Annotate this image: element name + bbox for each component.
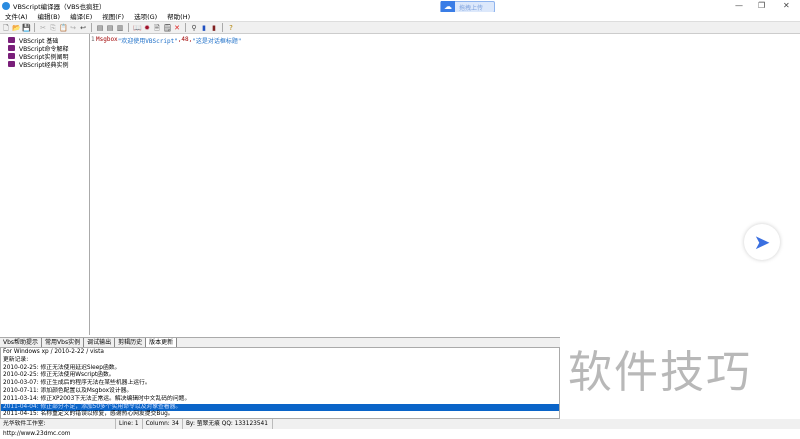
layout-2-icon[interactable]: ▤ bbox=[106, 24, 114, 32]
paste-icon[interactable]: 📋 bbox=[59, 24, 68, 32]
log-line: 2010-07-11: 添加颜色配置以及Msgbox设计器。 bbox=[3, 387, 133, 394]
log-line: 2011-03-14: 修正XP2003下无法正常运。解决编辑时中文乱码的问题。 bbox=[3, 395, 191, 402]
maximize-button[interactable]: ❐ bbox=[758, 1, 765, 10]
compile-icon[interactable]: ✹ bbox=[143, 24, 151, 32]
code-string: "这是对话框标题" bbox=[192, 38, 242, 45]
cut-icon[interactable]: ✂ bbox=[39, 24, 47, 32]
tree-panel: VBScript 基础 VBScript命令解释 VBScript实例阐明 VB… bbox=[0, 34, 90, 335]
menu-bar: 文件(A) 编辑(B) 编译(E) 视图(F) 选项(G) 帮助(H) bbox=[0, 12, 800, 22]
chart-icon[interactable]: ▮ bbox=[200, 24, 208, 32]
new-file-icon[interactable]: 🗋 bbox=[2, 24, 10, 32]
menu-help[interactable]: 帮助(H) bbox=[162, 12, 195, 21]
bottom-tabs: Vbs帮助提示 常用Vbs实例 调试输出 剪辑历史 版本更新 bbox=[0, 337, 560, 347]
watermark: 软件技巧 bbox=[568, 347, 752, 398]
tab-vbs-help[interactable]: Vbs帮助提示 bbox=[0, 338, 43, 347]
separator bbox=[185, 23, 186, 32]
log-line: 2010-03-07: 修正生成后的程序无法在某些机器上运行。 bbox=[3, 380, 151, 387]
menu-options[interactable]: 选项(G) bbox=[129, 12, 162, 21]
find-binoculars-icon[interactable]: ⚲ bbox=[190, 24, 198, 32]
code-string: "欢迎使用VBScript" bbox=[117, 38, 178, 45]
book-icon[interactable]: 📖 bbox=[133, 24, 142, 32]
book-icon bbox=[8, 37, 15, 43]
book-icon bbox=[8, 53, 15, 59]
status-column: Column: 34 bbox=[143, 419, 183, 429]
tab-version-updates[interactable]: 版本更新 bbox=[146, 338, 178, 347]
log-line: 更新记录: bbox=[3, 356, 29, 363]
save-icon[interactable]: 💾 bbox=[22, 24, 31, 32]
menu-compile[interactable]: 编译(E) bbox=[65, 12, 97, 21]
tab-debug-output[interactable]: 调试输出 bbox=[84, 338, 116, 347]
edit-document-icon[interactable]: 🗒 bbox=[163, 24, 172, 32]
floating-assistant-icon[interactable]: ➤ bbox=[744, 224, 780, 260]
status-bar: 光华软件工作室: http://www.23dmc.com Line: 1 Co… bbox=[0, 419, 800, 437]
close-button[interactable]: ✕ bbox=[783, 1, 790, 10]
library-icon[interactable]: ▮ bbox=[210, 24, 218, 32]
minimize-button[interactable]: — bbox=[735, 1, 743, 10]
help-key-icon[interactable]: ? bbox=[227, 24, 235, 32]
document-icon[interactable]: 🗎 bbox=[153, 24, 161, 32]
status-studio: 光华软件工作室: http://www.23dmc.com bbox=[0, 419, 116, 437]
tree-item-classic[interactable]: VBScript经典实例 bbox=[0, 60, 89, 69]
layout-1-icon[interactable]: ▤ bbox=[96, 24, 104, 32]
menu-file[interactable]: 文件(A) bbox=[0, 12, 33, 21]
copy-icon[interactable]: ⎘ bbox=[49, 24, 57, 32]
menu-view[interactable]: 视图(F) bbox=[97, 12, 129, 21]
tab-vbs-examples[interactable]: 常用Vbs实例 bbox=[42, 338, 85, 347]
tree-label: VBScript经典实例 bbox=[19, 61, 69, 69]
separator bbox=[222, 23, 223, 32]
code-editor[interactable]: 1 Msgbox "欢迎使用VBScript" ,48, "这是对话框标题" bbox=[91, 34, 800, 335]
redo-icon[interactable]: ↪ bbox=[69, 24, 77, 32]
log-line: 2011-04-15: 名称重定义的错误以修复，感谢热心网友提交Bug。 bbox=[3, 411, 174, 418]
version-log[interactable]: For Windows xp / 2010-2-22 / vista 更新记录:… bbox=[0, 347, 560, 419]
upload-label: 拖拽上传 bbox=[459, 4, 484, 12]
code-keyword: Msgbox bbox=[96, 36, 118, 43]
log-line: For Windows xp / 2010-2-22 / vista bbox=[3, 349, 104, 355]
layout-3-icon[interactable]: ▥ bbox=[116, 24, 124, 32]
toolbar: 🗋 📂 💾 ✂ ⎘ 📋 ↪ ↩ ▤ ▤ ▥ 📖 ✹ 🗎 🗒 ✕ ⚲ ▮ ▮ ? bbox=[0, 22, 800, 34]
book-icon bbox=[8, 45, 15, 51]
window-title: VBScript编译器（VBS也疯狂） bbox=[13, 3, 106, 11]
code-line: 1 Msgbox "欢迎使用VBScript" ,48, "这是对话框标题" bbox=[91, 34, 800, 45]
menu-edit[interactable]: 编辑(B) bbox=[33, 12, 66, 21]
status-author: By: 萤翠无痕 QQ: 133123541 bbox=[183, 419, 273, 429]
open-folder-icon[interactable]: 📂 bbox=[12, 24, 21, 32]
status-line: Line: 1 bbox=[116, 419, 143, 429]
undo-icon[interactable]: ↩ bbox=[79, 24, 87, 32]
app-icon bbox=[2, 2, 10, 10]
separator bbox=[91, 23, 92, 32]
book-icon bbox=[8, 61, 15, 67]
separator bbox=[34, 23, 35, 32]
tab-clip-history[interactable]: 剪辑历史 bbox=[115, 338, 147, 347]
code-number: ,48, bbox=[177, 36, 193, 43]
title-bar: VBScript编译器（VBS也疯狂） bbox=[0, 0, 800, 12]
separator bbox=[128, 23, 129, 32]
delete-icon[interactable]: ✕ bbox=[173, 24, 181, 32]
